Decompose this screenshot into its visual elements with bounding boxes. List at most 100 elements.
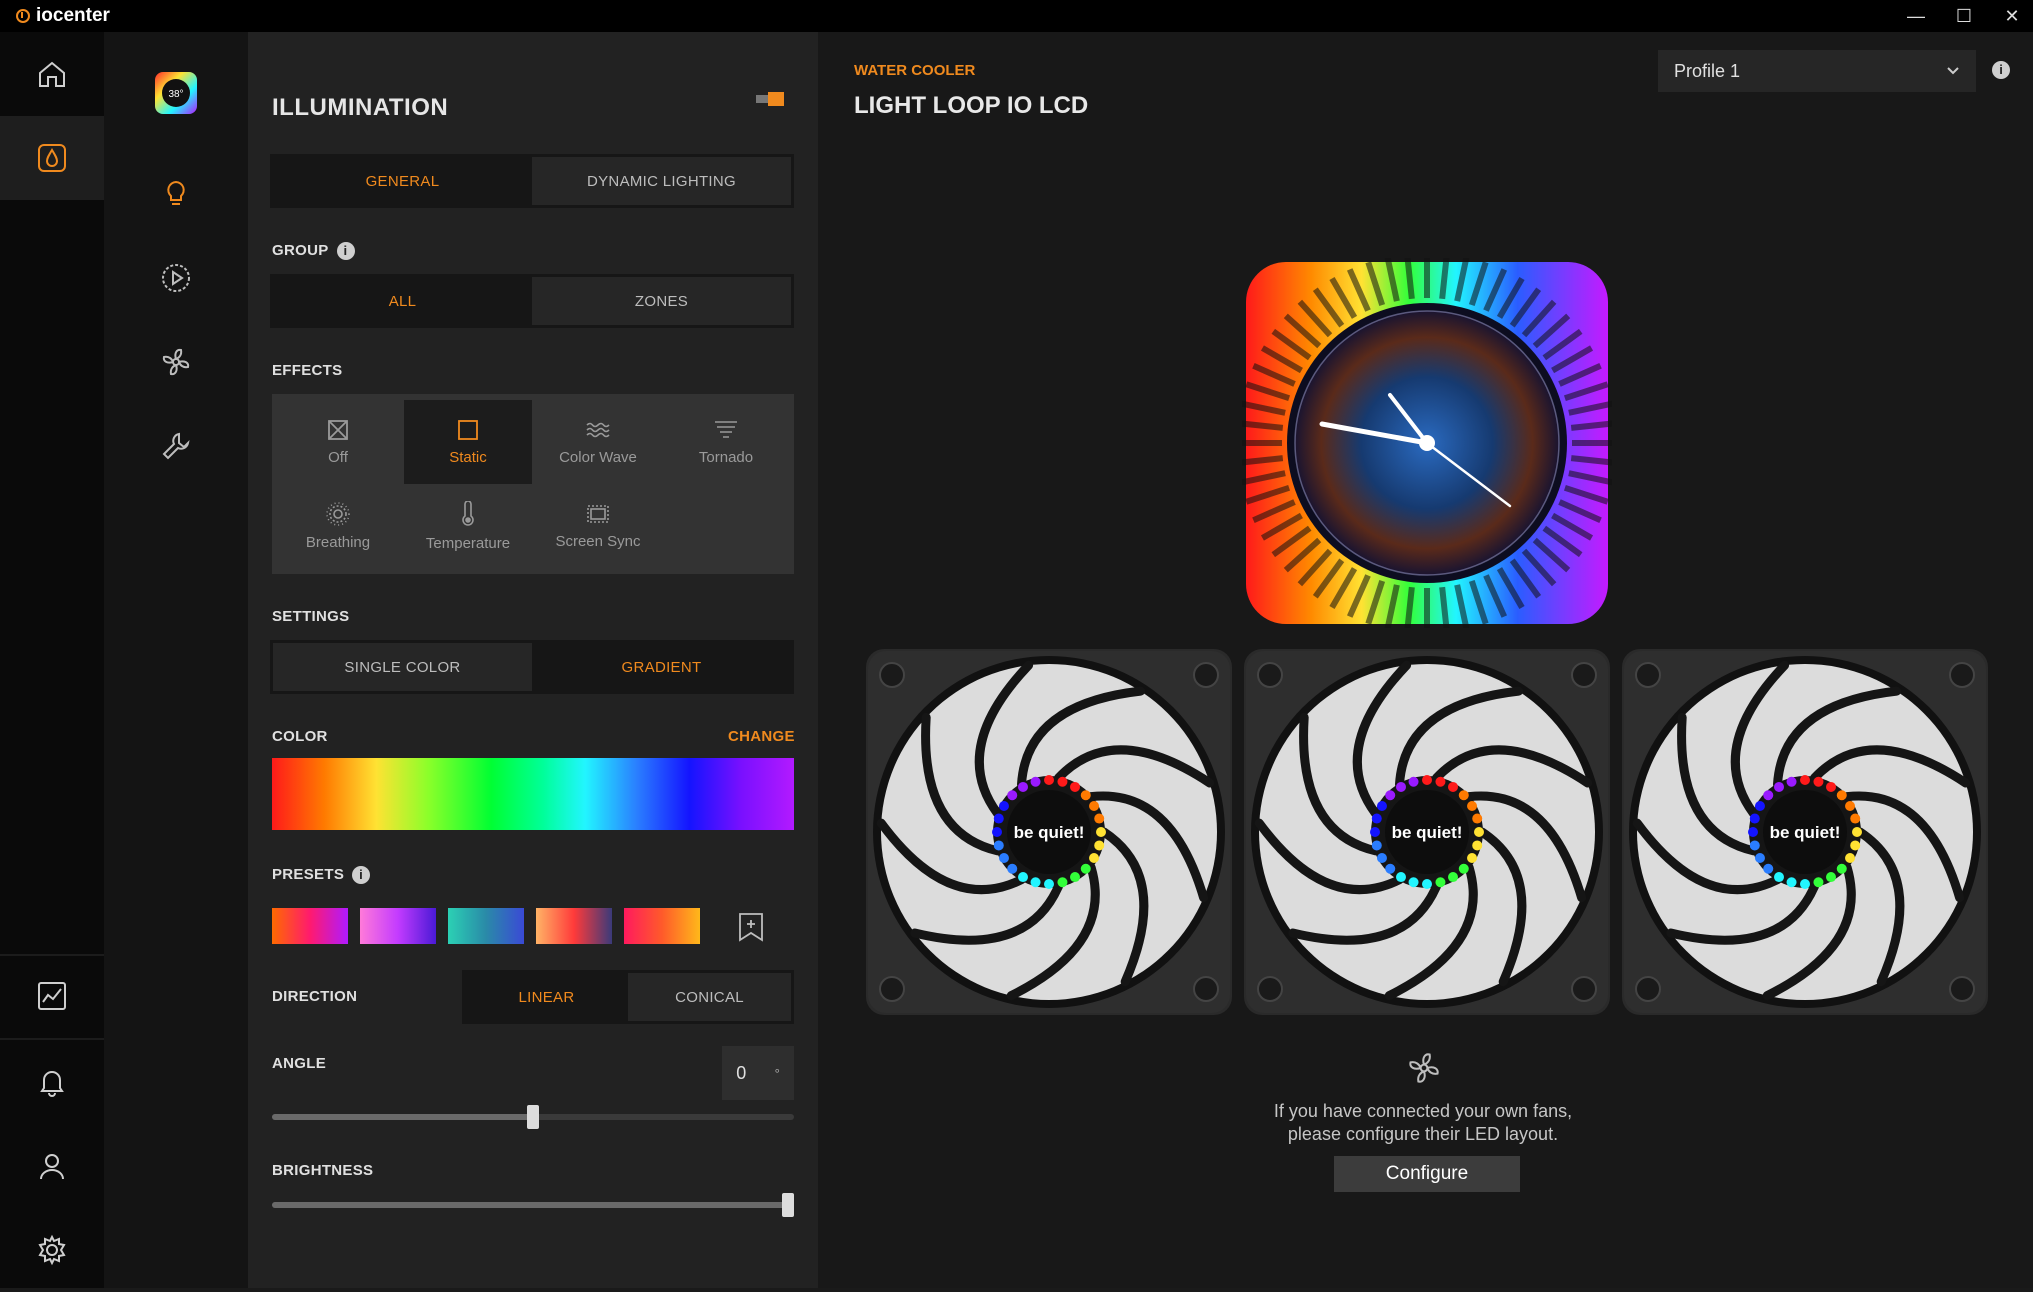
chart-icon bbox=[38, 982, 66, 1010]
brightness-label: BRIGHTNESS bbox=[272, 1162, 374, 1179]
wave-icon bbox=[586, 422, 610, 437]
effect-label: Off bbox=[328, 448, 348, 466]
subnav-fans[interactable] bbox=[104, 332, 248, 392]
group-zones[interactable]: ZONES bbox=[532, 277, 791, 325]
slider-fill bbox=[272, 1114, 533, 1120]
angle-value: 0 bbox=[736, 1062, 747, 1083]
effect-label: Static bbox=[449, 448, 487, 466]
device-thumbnail-icon: 38° bbox=[155, 72, 197, 114]
illumination-panel: ILLUMINATION GENERAL DYNAMIC LIGHTING GR… bbox=[248, 32, 818, 1288]
effect-screen-sync[interactable]: Screen Sync bbox=[534, 484, 662, 568]
tab-general[interactable]: GENERAL bbox=[273, 157, 532, 205]
tab-dynamic-lighting[interactable]: DYNAMIC LIGHTING bbox=[532, 157, 791, 205]
gradient-preview[interactable] bbox=[272, 758, 794, 830]
minimize-button[interactable]: — bbox=[1892, 0, 1940, 32]
save-preset-button[interactable] bbox=[738, 912, 764, 947]
info-icon[interactable]: i bbox=[352, 866, 371, 885]
effect-tornado[interactable]: Tornado bbox=[662, 400, 790, 484]
device-preview-area: WATER COOLER LIGHT LOOP IO LCD Profile 1… bbox=[818, 32, 2033, 1288]
power-logo-icon bbox=[16, 9, 30, 23]
preset-swatch[interactable] bbox=[624, 908, 700, 944]
device-temp-badge: 38° bbox=[168, 89, 183, 100]
subnav-tools[interactable] bbox=[104, 416, 248, 476]
fan-icon bbox=[1409, 1053, 1439, 1083]
screen-sync-icon bbox=[587, 504, 609, 523]
effects-label: EFFECTS bbox=[272, 362, 343, 379]
square-icon bbox=[458, 419, 478, 440]
wrench-icon bbox=[162, 432, 190, 460]
preset-swatch[interactable] bbox=[272, 908, 348, 944]
slider-handle[interactable] bbox=[782, 1193, 794, 1217]
fan-preview: be quiet! bbox=[1622, 649, 1988, 1015]
angle-input[interactable]: 0 ° bbox=[722, 1046, 794, 1100]
nav-notifications[interactable] bbox=[0, 1040, 104, 1124]
device-subnavigation: 38° bbox=[104, 32, 248, 1288]
info-icon[interactable]: i bbox=[1992, 61, 2010, 79]
fan-illustration: be quiet! bbox=[868, 651, 1230, 1013]
app-title: iocenter bbox=[36, 5, 110, 26]
nav-cooling[interactable] bbox=[0, 116, 104, 200]
fan-config-message: If you have connected your own fans, ple… bbox=[1258, 1100, 1588, 1146]
tornado-icon bbox=[715, 420, 737, 438]
app-logo: iocenter bbox=[16, 5, 110, 27]
chevron-down-icon bbox=[1947, 67, 1959, 75]
nav-settings[interactable] bbox=[0, 1208, 104, 1292]
direction-conical[interactable]: CONICAL bbox=[628, 973, 791, 1021]
bookmark-add-icon bbox=[739, 913, 763, 942]
angle-slider[interactable] bbox=[272, 1105, 794, 1129]
maximize-button[interactable]: ☐ bbox=[1940, 0, 1988, 32]
gear-icon bbox=[38, 1234, 66, 1266]
color-mode-selector: SINGLE COLOR GRADIENT bbox=[270, 640, 794, 694]
effect-temperature[interactable]: Temperature bbox=[404, 484, 532, 568]
svg-text:be quiet!: be quiet! bbox=[1392, 823, 1463, 842]
direction-linear[interactable]: LINEAR bbox=[465, 973, 628, 1021]
direction-label: DIRECTION bbox=[272, 988, 358, 1005]
group-selector: ALL ZONES bbox=[270, 274, 794, 328]
main-navigation bbox=[0, 32, 104, 1288]
drop-icon bbox=[38, 144, 66, 172]
nav-account[interactable] bbox=[0, 1124, 104, 1208]
angle-label: ANGLE bbox=[272, 1055, 326, 1072]
effects-grid: Off Static Color Wave Tornado Breathing … bbox=[272, 394, 794, 574]
close-button[interactable]: ✕ bbox=[1988, 0, 2033, 32]
subnav-display[interactable] bbox=[104, 248, 248, 308]
configure-button[interactable]: Configure bbox=[1334, 1156, 1520, 1192]
angle-unit: ° bbox=[774, 1065, 780, 1081]
effect-label: Temperature bbox=[425, 534, 511, 552]
info-icon[interactable]: i bbox=[336, 242, 355, 261]
fan-message-line: If you have connected your own fans, bbox=[1273, 1101, 1573, 1121]
profile-dropdown[interactable]: Profile 1 bbox=[1658, 50, 1976, 92]
change-color-link[interactable]: CHANGE bbox=[728, 728, 795, 745]
home-icon bbox=[39, 61, 65, 87]
subnav-illumination[interactable] bbox=[104, 164, 248, 224]
preset-swatch[interactable] bbox=[448, 908, 524, 944]
nav-home[interactable] bbox=[0, 32, 104, 116]
fan-icon bbox=[162, 348, 190, 376]
color-label: COLOR bbox=[272, 728, 328, 745]
svg-text:be quiet!: be quiet! bbox=[1770, 823, 1841, 842]
device-name: LIGHT LOOP IO LCD bbox=[854, 92, 1089, 119]
mode-gradient[interactable]: GRADIENT bbox=[532, 643, 791, 691]
illumination-toggle[interactable] bbox=[756, 92, 786, 106]
device-category: WATER COOLER bbox=[854, 62, 976, 79]
effect-breathing[interactable]: Breathing bbox=[274, 484, 402, 568]
slider-handle[interactable] bbox=[527, 1105, 539, 1129]
preset-swatch[interactable] bbox=[360, 908, 436, 944]
svg-text:be quiet!: be quiet! bbox=[1014, 823, 1085, 842]
presets-section: PRESETS i bbox=[272, 866, 371, 885]
effect-static[interactable]: Static bbox=[404, 400, 532, 484]
fan-illustration: be quiet! bbox=[1624, 651, 1986, 1013]
effect-label: Tornado bbox=[698, 448, 754, 466]
thermometer-icon bbox=[462, 500, 474, 526]
breathing-icon bbox=[326, 501, 350, 526]
fan-preview: be quiet! bbox=[1244, 649, 1610, 1015]
effect-label: Screen Sync bbox=[555, 532, 641, 550]
mode-single-color[interactable]: SINGLE COLOR bbox=[273, 643, 532, 691]
effect-off[interactable]: Off bbox=[274, 400, 402, 484]
brightness-slider[interactable] bbox=[272, 1193, 794, 1217]
group-all[interactable]: ALL bbox=[273, 277, 532, 325]
effect-color-wave[interactable]: Color Wave bbox=[534, 400, 662, 484]
preset-swatch[interactable] bbox=[536, 908, 612, 944]
nav-monitoring[interactable] bbox=[0, 954, 104, 1038]
device-thumbnail[interactable]: 38° bbox=[104, 62, 248, 124]
